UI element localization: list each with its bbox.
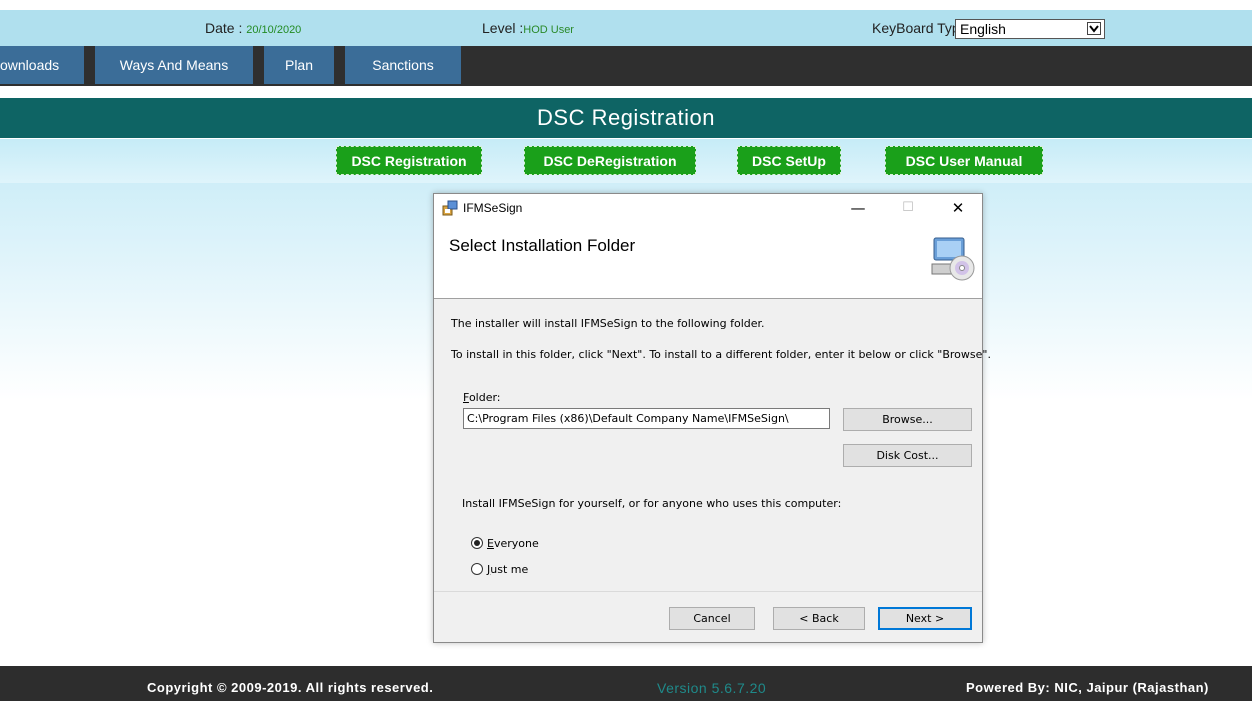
powered-by-text: Powered By: NIC, Jaipur (Rajasthan) (966, 680, 1209, 695)
cancel-button[interactable]: Cancel (669, 607, 755, 630)
maximize-icon: ☐ (902, 200, 914, 215)
everyone-accesskey: E (487, 537, 494, 550)
keyboard-type-value: English (960, 21, 1006, 37)
nav-tab-plan[interactable]: Plan (264, 46, 334, 84)
dsc-user-manual-button[interactable]: DSC User Manual (885, 146, 1043, 175)
dialog-header: IFMSeSign — ☐ ✕ Select Installation Fold… (434, 194, 982, 299)
everyone-label-rest: veryone (493, 537, 539, 550)
radio-just-me[interactable] (471, 563, 483, 575)
folder-path-input[interactable]: C:\Program Files (x86)\Default Company N… (463, 408, 830, 429)
computer-setup-icon (928, 234, 976, 282)
next-button[interactable]: Next > (878, 607, 972, 630)
main-nav: ownloads Ways And Means Plan Sanctions (0, 46, 1252, 86)
page-title: DSC Registration (0, 98, 1252, 138)
install-instructions-text: To install in this folder, click "Next".… (451, 348, 991, 361)
header-bar: Date : 20/10/2020 Level :HOD User KeyBoa… (0, 10, 1252, 46)
install-location-text: The installer will install IFMSeSign to … (451, 317, 765, 330)
level-label: Level : (482, 20, 524, 36)
date-value: 20/10/2020 (246, 24, 302, 36)
radio-everyone-label[interactable]: Everyone (487, 537, 539, 550)
minimize-icon[interactable]: — (843, 196, 873, 220)
level-value: HOD User (523, 24, 574, 36)
page-footer: Copyright © 2009-2019. All rights reserv… (0, 666, 1252, 701)
dialog-heading: Select Installation Folder (449, 236, 636, 255)
install-for-label: Install IFMSeSign for yourself, or for a… (462, 497, 842, 510)
radio-selected-dot (474, 540, 480, 546)
dialog-window-title: IFMSeSign (463, 201, 523, 215)
folder-label: Folder: (463, 391, 501, 404)
close-icon[interactable]: ✕ (943, 196, 973, 220)
radio-just-me-label[interactable]: Just me (487, 563, 528, 576)
version-text: Version 5.6.7.20 (657, 680, 767, 696)
folder-label-rest: older: (468, 391, 501, 404)
dsc-registration-button[interactable]: DSC Registration (336, 146, 482, 175)
justme-label-rest: ust me (490, 563, 529, 576)
radio-everyone[interactable] (471, 537, 483, 549)
date-display: Date : 20/10/2020 (205, 10, 301, 46)
nav-tab-sanctions[interactable]: Sanctions (345, 46, 461, 84)
keyboard-type-select[interactable]: English (955, 19, 1105, 39)
nav-tab-ways-and-means[interactable]: Ways And Means (95, 46, 253, 84)
level-display: Level :HOD User (482, 10, 574, 46)
dsc-action-strip: DSC Registration DSC DeRegistration DSC … (0, 139, 1252, 183)
chevron-down-icon[interactable] (1087, 22, 1101, 35)
browse-button[interactable]: Browse... (843, 408, 972, 431)
nav-tab-downloads[interactable]: ownloads (0, 46, 84, 84)
installer-dialog: IFMSeSign — ☐ ✕ Select Installation Fold… (433, 193, 991, 643)
disk-cost-button[interactable]: Disk Cost... (843, 444, 972, 467)
installer-app-icon (442, 200, 458, 216)
date-label: Date : (205, 20, 243, 36)
back-button[interactable]: < Back (773, 607, 865, 630)
dsc-setup-button[interactable]: DSC SetUp (737, 146, 841, 175)
dsc-deregistration-button[interactable]: DSC DeRegistration (524, 146, 696, 175)
dialog-footer-divider (434, 591, 982, 592)
copyright-text: Copyright © 2009-2019. All rights reserv… (147, 680, 434, 695)
